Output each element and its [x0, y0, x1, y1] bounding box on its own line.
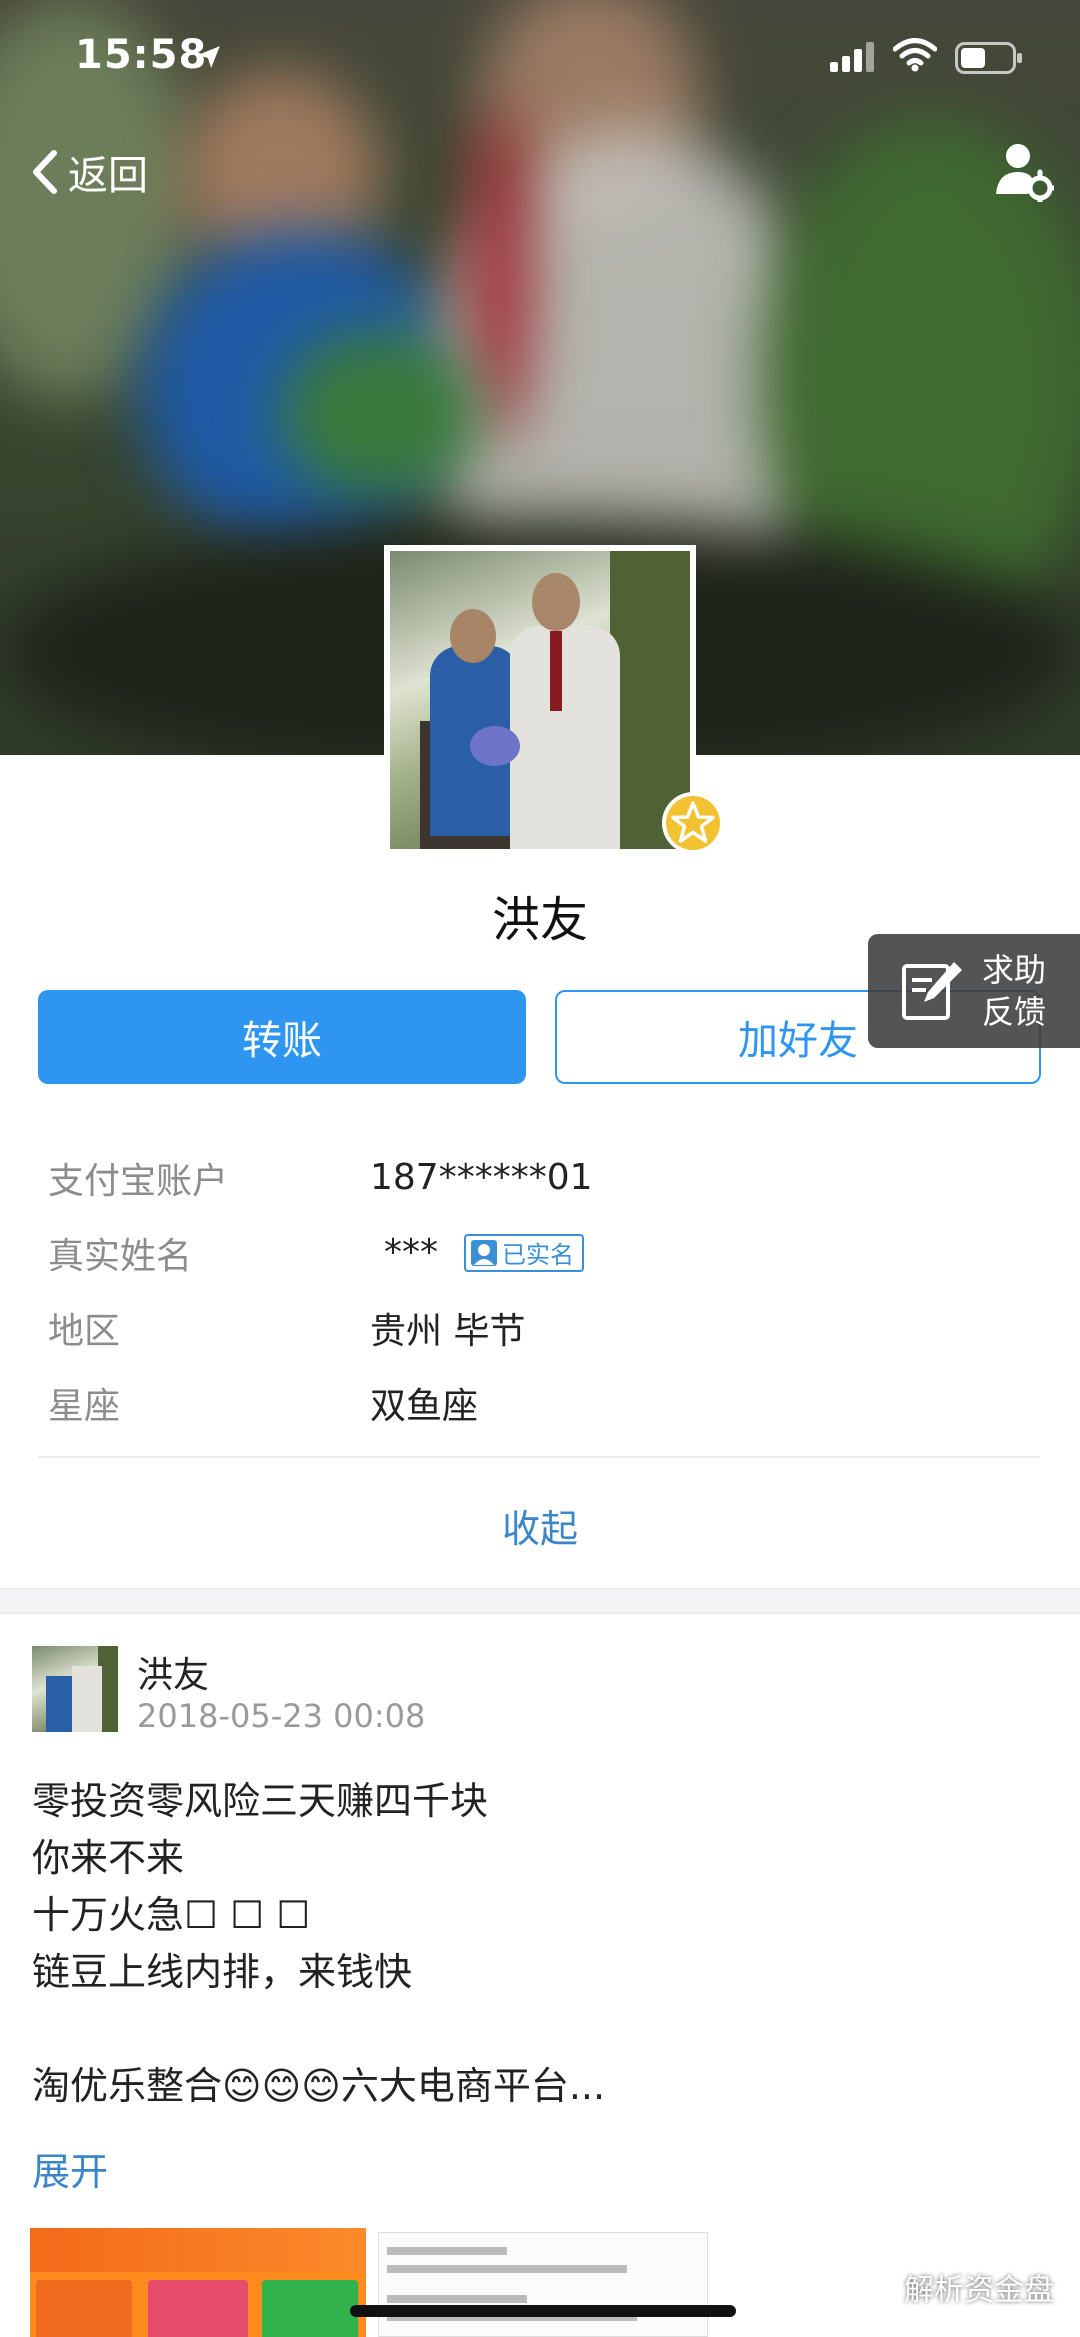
verified-person-icon	[471, 1239, 497, 1266]
chevron-left-icon	[33, 150, 57, 194]
profile-settings-icon[interactable]	[994, 142, 1054, 202]
profile-avatar[interactable]	[384, 545, 696, 855]
help-label-line1: 求助	[982, 951, 1047, 989]
star-badge-icon	[662, 792, 724, 854]
info-value: 双鱼座	[370, 1385, 479, 1427]
add-friend-button-label: 加好友	[738, 1018, 858, 1064]
section-divider	[0, 1588, 1080, 1614]
wifi-icon	[893, 38, 937, 72]
info-value: 187******01	[370, 1157, 593, 1198]
battery-icon	[955, 42, 1022, 74]
back-label: 返回	[68, 153, 148, 199]
info-value: 贵州 毕节	[370, 1310, 526, 1352]
status-time: 15:58	[75, 32, 208, 78]
expand-link[interactable]: 展开	[32, 2141, 108, 2196]
info-key: 支付宝账户	[48, 1160, 229, 1202]
status-bar: 15:58	[0, 0, 1080, 120]
post-author-name[interactable]: 洪友	[137, 1646, 209, 1698]
verified-label: 已实名	[502, 1241, 574, 1269]
watermark: 解析资金盘	[858, 2265, 1054, 2309]
divider	[38, 1456, 1040, 1458]
help-label-line2: 反馈	[982, 993, 1047, 1031]
info-row-real-name: 真实姓名 *** 已实名	[48, 1215, 1048, 1290]
post-text: 零投资零风险三天赚四千块 你来不来 十万火急☐ ☐ ☐ 链豆上线内排，来钱快 淘…	[32, 1779, 606, 2108]
verified-badge: 已实名	[464, 1233, 584, 1272]
profile-info-list: 支付宝账户 187******01 真实姓名 *** 已实名 地区 贵州 毕节 …	[48, 1140, 1048, 1440]
signal-icon	[830, 42, 874, 72]
location-arrow-icon	[198, 46, 220, 68]
info-key: 星座	[48, 1385, 121, 1427]
info-value: ***	[384, 1232, 438, 1273]
watermark-text: 解析资金盘	[904, 2273, 1054, 2308]
post-timestamp: 2018-05-23 00:08	[137, 1697, 426, 1735]
info-row-account: 支付宝账户 187******01	[48, 1140, 1048, 1215]
post-image-thumbnail[interactable]	[30, 2228, 366, 2337]
help-feedback-button[interactable]: 求助 反馈	[868, 934, 1080, 1048]
info-key: 地区	[48, 1310, 121, 1352]
post-image-thumbnail[interactable]	[378, 2232, 708, 2337]
edit-icon	[902, 962, 962, 1020]
post-author-avatar[interactable]	[32, 1646, 118, 1732]
home-indicator[interactable]	[350, 2305, 736, 2317]
info-row-region: 地区 贵州 毕节	[48, 1290, 1048, 1365]
wechat-icon	[858, 2270, 898, 2302]
back-button[interactable]: 返回	[30, 142, 148, 202]
transfer-button-label: 转账	[242, 1018, 322, 1064]
collapse-button[interactable]: 收起	[0, 1498, 1080, 1553]
transfer-button[interactable]: 转账	[38, 990, 526, 1084]
info-key: 真实姓名	[48, 1235, 193, 1277]
info-row-zodiac: 星座 双鱼座	[48, 1365, 1048, 1440]
